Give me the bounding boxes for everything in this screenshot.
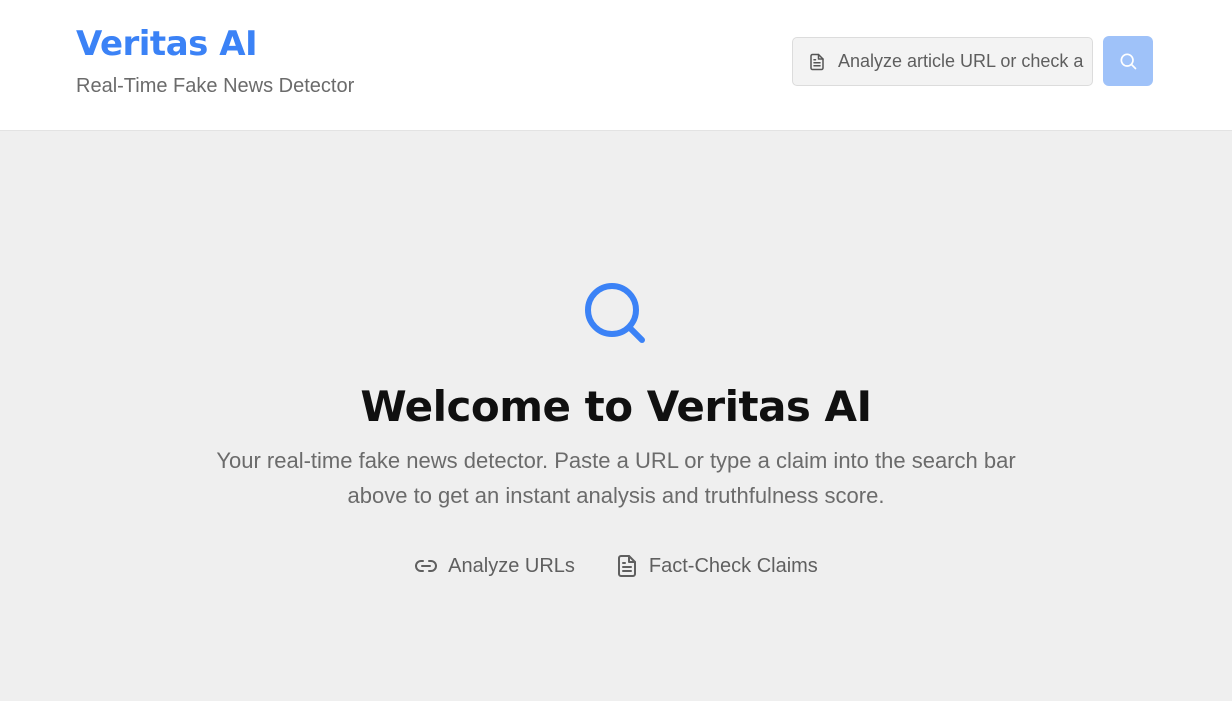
feature-analyze-urls: Analyze URLs (414, 551, 575, 581)
document-icon (810, 53, 824, 70)
app-subtitle: Real-Time Fake News Detector (76, 75, 355, 97)
search-icon (1120, 53, 1137, 70)
search-button[interactable] (1103, 36, 1153, 86)
feature-list: Analyze URLs Fact-Check Claims (0, 551, 1232, 581)
search-icon (585, 283, 645, 343)
brand: Veritas AI Real-Time Fake News Detector (76, 22, 354, 99)
feature-label: Fact-Check Claims (648, 555, 818, 577)
welcome-title: Welcome to Veritas AI (360, 382, 872, 431)
welcome-section: Welcome to Veritas AI Your real-time fak… (0, 131, 1232, 701)
welcome-description: Your real-time fake news detector. Paste… (216, 448, 1016, 508)
search-bar[interactable] (792, 37, 1093, 86)
search-input[interactable] (838, 51, 1086, 72)
app-title: Veritas AI (76, 24, 258, 64)
feature-fact-check-claims: Fact-Check Claims (615, 551, 818, 581)
feature-label: Analyze URLs (448, 555, 575, 577)
link-icon (415, 560, 438, 572)
document-icon (617, 555, 636, 577)
app-header: Veritas AI Real-Time Fake News Detector (0, 0, 1232, 131)
